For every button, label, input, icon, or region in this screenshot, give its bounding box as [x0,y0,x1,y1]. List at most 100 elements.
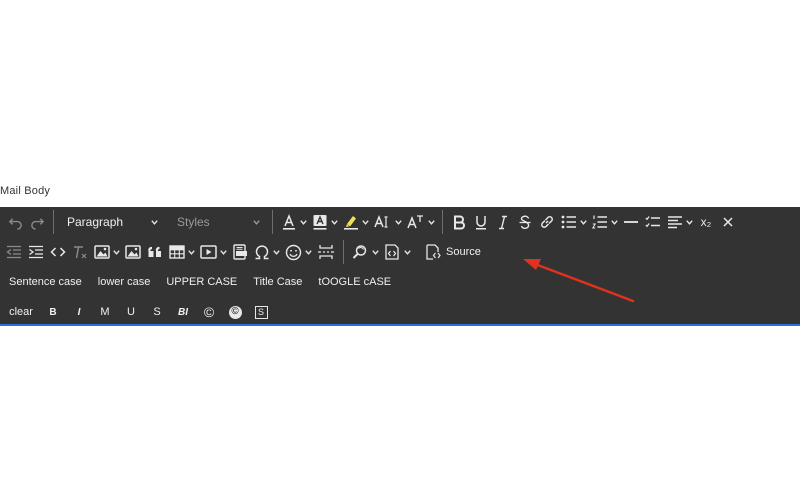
emoji-icon [285,244,302,260]
underline-letter-button[interactable]: U [118,300,144,324]
chevron-down-icon [188,249,195,255]
negative-circled-letter-button[interactable]: © [222,300,248,324]
font-background-color-button[interactable] [309,210,331,234]
alignment-dropdown-toggle[interactable] [684,210,695,234]
special-characters-dropdown-toggle[interactable] [271,240,282,264]
show-blocks-button[interactable] [381,240,404,264]
image-from-url-button[interactable] [122,240,144,264]
special-characters-button[interactable] [251,240,273,264]
media-icon [200,245,217,259]
toggle-case-button[interactable]: tOOGLE cASE [311,270,398,294]
styles-dropdown[interactable]: Styles [169,210,265,234]
remove-format-icon [74,245,87,258]
font-size-icon [374,214,388,228]
bulleted-list-button[interactable] [558,210,580,234]
outdent-icon [6,245,21,259]
numbered-list-button[interactable] [589,210,611,234]
show-blocks-icon [385,244,399,260]
emoji-button[interactable] [282,240,305,264]
alignment-button[interactable] [664,210,686,234]
separator [272,210,273,234]
bulleted-list-dropdown-toggle[interactable] [578,210,589,234]
font-color-dropdown-toggle[interactable] [298,210,309,234]
horizontal-line-button[interactable] [620,210,642,234]
mail-body-label: Mail Body [0,185,51,197]
toolbar-row-1: Paragraph Styles x₂ [0,207,739,237]
separator [53,210,54,234]
separator [343,240,344,264]
underline-button[interactable] [470,210,492,234]
link-button[interactable] [536,210,558,234]
code-button[interactable] [47,240,69,264]
insert-table-button[interactable] [166,240,188,264]
circled-letter-button[interactable]: © [196,300,222,324]
bulleted-list-icon [561,215,576,229]
omega-icon [255,244,269,259]
paragraph-format-dropdown[interactable]: Paragraph [59,210,163,234]
insert-image-dropdown-toggle[interactable] [111,240,122,264]
upper-case-button[interactable]: UPPER CASE [159,270,244,294]
underline-icon [476,215,486,229]
strikethrough-icon [519,215,531,229]
emoji-dropdown-toggle[interactable] [303,240,314,264]
find-and-replace-dropdown-toggle[interactable] [370,240,381,264]
chevron-down-icon [253,219,260,225]
chevron-down-icon [395,219,402,225]
block-quote-button[interactable] [144,240,166,264]
highlighter-icon [344,216,358,230]
outdent-button[interactable] [3,240,25,264]
html-embed-icon [233,244,247,260]
font-family-icon [407,215,423,229]
todo-list-icon [645,216,660,228]
highlight-dropdown-toggle[interactable] [360,210,371,234]
image-icon [125,245,141,259]
find-and-replace-button[interactable] [349,240,372,264]
indent-button[interactable] [25,240,47,264]
numbered-list-dropdown-toggle[interactable] [609,210,620,234]
separator [442,210,443,234]
bold-italic-button[interactable]: BI [170,300,196,324]
page-break-button[interactable] [314,240,338,264]
source-editing-button[interactable]: Source [421,240,485,264]
more-tools-button[interactable] [717,210,739,234]
redo-button[interactable] [26,210,48,234]
chevron-down-icon [331,219,338,225]
insert-media-dropdown-toggle[interactable] [218,240,229,264]
monospace-letter-button[interactable]: M [92,300,118,324]
bold-button[interactable] [448,210,470,234]
chevron-down-icon [428,219,435,225]
image-icon [94,245,110,259]
strikethrough-button[interactable] [514,210,536,234]
font-background-dropdown-toggle[interactable] [329,210,340,234]
source-button-label: Source [446,246,481,258]
remove-format-button[interactable] [69,240,91,264]
source-code-icon [426,244,441,260]
italic-button[interactable] [492,210,514,234]
chevron-down-icon [611,219,618,225]
clear-format-button[interactable]: clear [2,300,40,324]
lower-case-button[interactable]: lower case [91,270,158,294]
sentence-case-button[interactable]: Sentence case [2,270,89,294]
squared-letter-button[interactable]: S [248,300,274,324]
italic-letter-button[interactable]: I [66,300,92,324]
todo-list-button[interactable] [642,210,664,234]
highlight-button[interactable] [340,210,362,234]
insert-media-button[interactable] [197,240,220,264]
font-size-button[interactable] [371,210,395,234]
bold-letter-button[interactable]: B [40,300,66,324]
strike-letter-button[interactable]: S [144,300,170,324]
chevron-down-icon [372,249,379,255]
font-family-button[interactable] [404,210,428,234]
font-color-button[interactable] [278,210,300,234]
font-size-dropdown-toggle[interactable] [393,210,404,234]
page-break-icon [318,245,334,259]
font-family-dropdown-toggle[interactable] [426,210,437,234]
show-blocks-dropdown-toggle[interactable] [402,240,413,264]
subscript-button[interactable]: x₂ [695,210,717,234]
format-buttons-row: clear B I M U S BI © © S [2,297,274,324]
html-embed-button[interactable] [229,240,251,264]
insert-image-button[interactable] [91,240,113,264]
insert-table-dropdown-toggle[interactable] [186,240,197,264]
undo-button[interactable] [4,210,26,234]
title-case-button[interactable]: Title Case [246,270,309,294]
